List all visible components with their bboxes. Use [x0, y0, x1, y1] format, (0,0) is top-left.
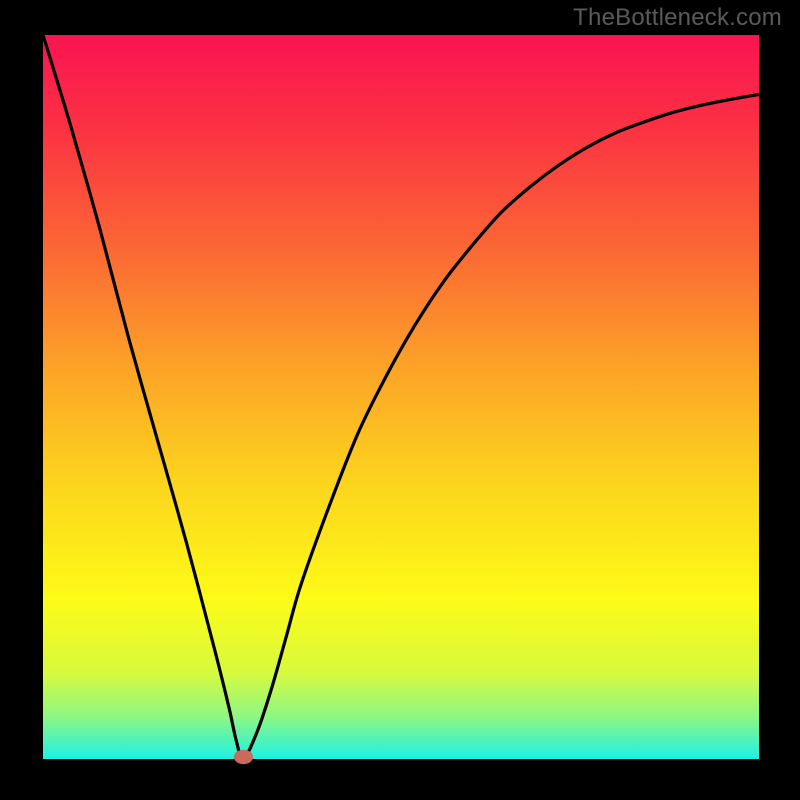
minimum-marker: [234, 750, 253, 764]
watermark-text: TheBottleneck.com: [573, 4, 782, 32]
plot-background: [43, 35, 759, 759]
bottleneck-chart: [0, 0, 800, 800]
chart-container: TheBottleneck.com: [0, 0, 800, 800]
